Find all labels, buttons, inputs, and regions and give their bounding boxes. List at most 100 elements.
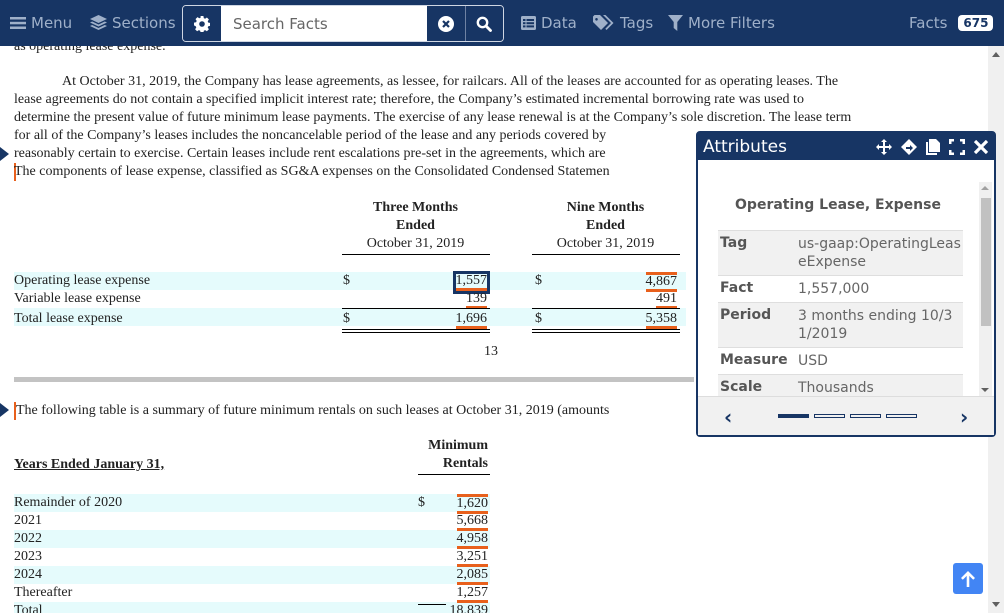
fact-value[interactable]: 1,257	[430, 584, 488, 603]
lease-paragraph-line: At October 31, 2019, the Company has lea…	[62, 74, 839, 89]
row-label: Total lease expense	[14, 311, 123, 326]
fact-value[interactable]: 139	[430, 290, 487, 309]
attributes-scrollbar[interactable]	[979, 182, 992, 398]
more-filters-button[interactable]: More Filters	[668, 14, 775, 32]
next-fact-button[interactable]: ›	[960, 405, 968, 429]
scroll-down-arrow-icon[interactable]	[992, 602, 1000, 607]
fact-value[interactable]: 1,557	[430, 271, 490, 294]
operating-lease-expense-3m[interactable]: 1,557	[452, 271, 490, 294]
attribute-key: Fact	[720, 280, 754, 296]
back-to-top-button[interactable]	[953, 563, 983, 594]
copy-icon[interactable]	[926, 138, 940, 155]
data-button[interactable]: Data	[521, 14, 577, 32]
pager-dot[interactable]	[850, 414, 881, 418]
table-row-highlight	[14, 566, 490, 584]
row-label: Variable lease expense	[14, 291, 141, 306]
tags-button[interactable]: Tags	[593, 14, 653, 32]
sections-label: Sections	[112, 14, 176, 32]
close-icon[interactable]	[974, 139, 988, 154]
arrow-up-icon	[961, 570, 975, 587]
attributes-header[interactable]: Attributes	[698, 133, 994, 160]
table-row-highlight	[14, 530, 490, 548]
facts-counter[interactable]: Facts 675	[909, 14, 994, 32]
header-rule	[532, 254, 680, 255]
fact-value[interactable]: 491	[620, 290, 677, 309]
scroll-up-arrow-icon[interactable]	[992, 52, 1000, 57]
section-marker-icon[interactable]	[0, 403, 9, 417]
concept-name: Operating Lease, Expense	[735, 197, 941, 213]
subtotal-rule	[342, 308, 490, 309]
minimum-rental-value[interactable]: 1,257	[456, 586, 488, 603]
minimum-rental-value[interactable]: 18,839	[450, 604, 489, 613]
col-header-minimum-rentals: Minimum Rentals	[400, 437, 488, 473]
scroll-thumb[interactable]	[981, 198, 991, 326]
table-list-icon	[521, 16, 536, 30]
header-line: October 31, 2019	[556, 236, 655, 251]
header-line: October 31, 2019	[366, 236, 465, 251]
variable-lease-expense-9m[interactable]: 491	[656, 292, 677, 309]
row-label: 2021	[14, 513, 42, 528]
fact-value[interactable]: 5,668	[430, 512, 488, 531]
header-rule	[342, 254, 490, 255]
move-icon[interactable]	[876, 138, 892, 155]
total-double-rule	[532, 329, 680, 333]
data-label: Data	[541, 14, 577, 32]
row-label: 2024	[14, 567, 42, 582]
fact-value[interactable]: 1,696	[430, 310, 487, 329]
row-label: Remainder of 2020	[14, 495, 123, 510]
minimum-rental-value[interactable]: 2,085	[456, 568, 488, 585]
total-lease-expense-9m[interactable]: 5,358	[645, 312, 677, 329]
variable-lease-expense-3m[interactable]: 139	[466, 292, 487, 309]
fact-value[interactable]: 1,620	[430, 494, 488, 514]
operating-lease-expense-9m[interactable]: 4,867	[645, 272, 677, 292]
minimum-rental-value[interactable]: 3,251	[456, 550, 488, 567]
expand-icon[interactable]	[949, 138, 965, 155]
navigate-icon[interactable]	[901, 138, 917, 155]
attribute-key: Measure	[720, 352, 788, 368]
fact-value[interactable]: 2,085	[430, 566, 488, 585]
sections-button[interactable]: Sections	[90, 14, 176, 32]
search-submit-button[interactable]	[464, 6, 503, 41]
currency-symbol: $	[343, 273, 350, 288]
attribute-key: Tag	[720, 235, 748, 251]
section-marker-icon[interactable]	[0, 147, 9, 161]
cut-off-line: as operating lease expense.	[14, 46, 166, 54]
attribute-row: Tag us-gaap:OperatingLeaseExpense	[718, 230, 963, 275]
subtotal-rule	[418, 604, 446, 605]
scroll-up-arrow-icon[interactable]	[981, 186, 989, 190]
minimum-rental-value[interactable]: 4,958	[456, 532, 488, 549]
fact-value[interactable]: 4,867	[620, 272, 677, 292]
pager-dot[interactable]	[814, 414, 845, 418]
attributes-panel: Attributes Operating Lease, Expense Tag …	[696, 131, 996, 437]
facts-count-badge: 675	[958, 15, 994, 31]
attribute-value: us-gaap:OperatingLeaseExpense	[798, 236, 961, 270]
attribute-row: Period 3 months ending 10/31/2019	[718, 302, 963, 347]
attribute-value: 3 months ending 10/31/2019	[798, 308, 953, 342]
page-separator	[14, 377, 694, 382]
search-input[interactable]	[220, 6, 427, 41]
pager-dot[interactable]	[886, 414, 917, 418]
lease-paragraph-line: determine the present value of future mi…	[14, 110, 852, 125]
minimum-rental-value[interactable]: 1,620	[456, 494, 488, 514]
attribute-value: Thousands	[798, 380, 874, 396]
clear-circle-icon	[437, 15, 454, 32]
header-line: Nine Months	[566, 200, 645, 215]
minimum-rental-value[interactable]: 5,668	[456, 514, 488, 531]
previous-fact-button[interactable]: ‹	[724, 405, 732, 429]
filter-icon	[668, 15, 683, 31]
scroll-down-arrow-icon[interactable]	[981, 388, 989, 392]
header-line: Three Months	[373, 200, 458, 215]
toolbar: Menu Sections Data Tags More Filters Fac…	[0, 0, 1004, 46]
hamburger-icon	[10, 17, 26, 29]
fact-value[interactable]: 3,251	[430, 548, 488, 567]
pager-dot[interactable]	[778, 414, 809, 418]
fact-value[interactable]: 5,358	[620, 310, 677, 329]
fact-value[interactable]: 4,958	[430, 530, 488, 549]
header-rule	[418, 474, 490, 475]
search-icon	[477, 16, 493, 32]
search-clear-button[interactable]	[426, 6, 465, 41]
search-settings-button[interactable]	[183, 6, 221, 41]
total-lease-expense-3m[interactable]: 1,696	[455, 312, 487, 329]
currency-symbol: $	[535, 273, 542, 288]
menu-button[interactable]: Menu	[10, 14, 72, 32]
